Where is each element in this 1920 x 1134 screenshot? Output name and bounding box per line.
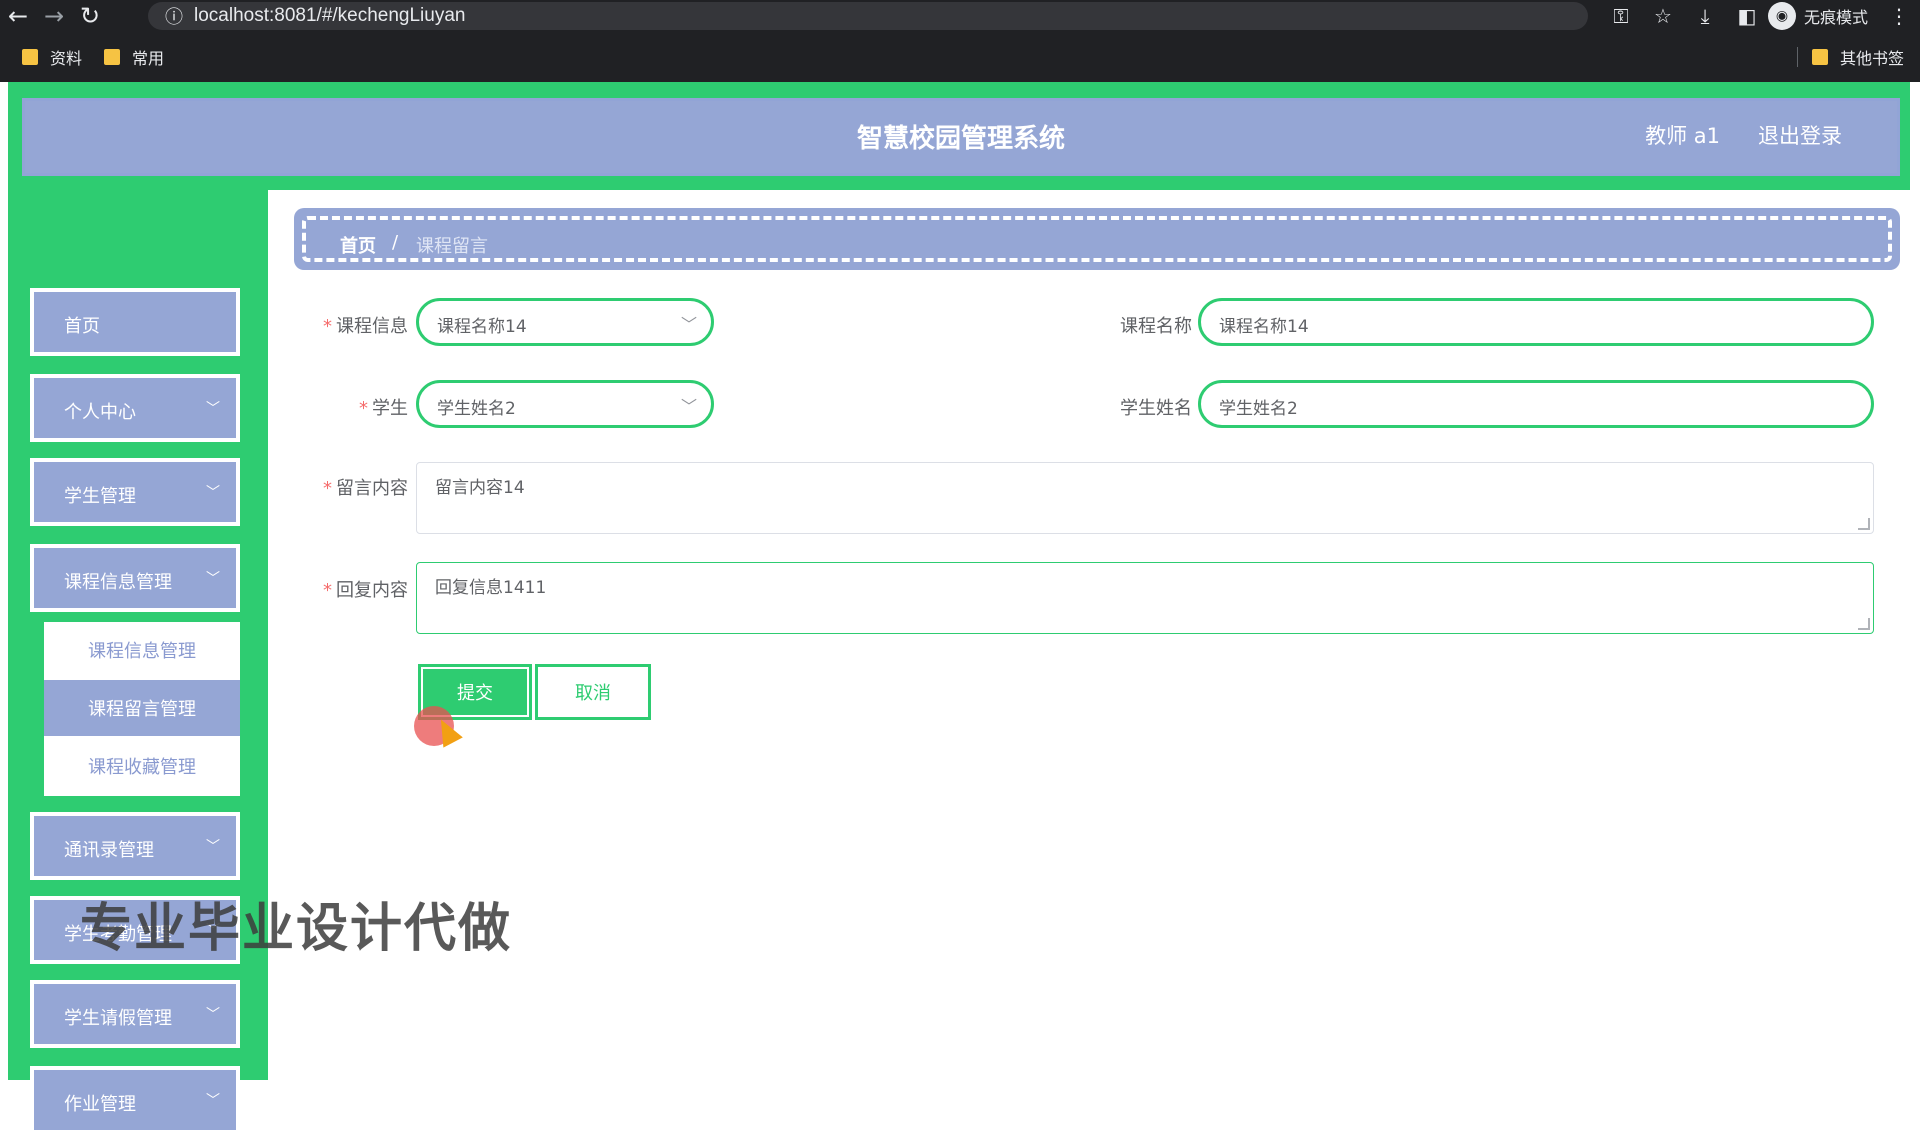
chevron-down-icon: ﹀	[206, 839, 220, 855]
chevron-down-icon: ﹀	[206, 485, 220, 501]
chevron-down-icon: ﹀	[206, 571, 220, 587]
address-bar[interactable]: ⓘ localhost:8081/#/kechengLiuyan	[148, 2, 1588, 30]
message-label: * 留言内容	[323, 478, 408, 499]
course-name-input[interactable]: 课程名称14	[1198, 298, 1874, 346]
toolbar-right: ⚿ ☆ ⤓ ◧ ◉ 无痕模式 ⋮	[1600, 0, 1920, 32]
sidebar-item-contacts[interactable]: 通讯录管理 ﹀	[30, 812, 240, 880]
reply-label: * 回复内容	[323, 580, 408, 601]
site-title: 智慧校园管理系统	[856, 124, 1065, 154]
courses-submenu: 课程信息管理 课程留言管理 课程收藏管理	[44, 622, 240, 796]
submenu-item-course-favorites[interactable]: 课程收藏管理	[44, 738, 240, 794]
browser-chrome: ← → ↻ ⓘ localhost:8081/#/kechengLiuyan ⚿…	[0, 0, 1920, 82]
forward-icon[interactable]: →	[36, 0, 72, 32]
reload-icon[interactable]: ↻	[72, 0, 108, 32]
chevron-down-icon: ﹀	[206, 1007, 220, 1023]
cancel-button[interactable]: 取消	[535, 664, 651, 720]
incognito-label: 无痕模式	[1803, 8, 1868, 27]
chevron-down-icon: ﹀	[680, 315, 697, 334]
message-textarea[interactable]: 留言内容14	[416, 462, 1874, 534]
sidebar-item-students[interactable]: 学生管理 ﹀	[30, 458, 240, 526]
sidebar-item-home[interactable]: 首页	[30, 288, 240, 356]
sidebar-item-homework[interactable]: 作业管理 ﹀	[30, 1066, 240, 1134]
message-value: 留言内容14	[435, 478, 525, 498]
submenu-item-course-messages[interactable]: 课程留言管理	[44, 680, 240, 736]
course-name-value: 课程名称14	[1219, 317, 1309, 337]
breadcrumb-separator: /	[392, 232, 399, 253]
student-name-input[interactable]: 学生姓名2	[1198, 380, 1874, 428]
student-value: 学生姓名2	[437, 399, 516, 419]
watermark: 专业毕业设计代做	[80, 899, 513, 959]
resize-handle-icon[interactable]	[1858, 618, 1870, 630]
other-bookmarks[interactable]: 其他书签	[1796, 42, 1904, 72]
site-info-icon[interactable]: ⓘ	[162, 3, 186, 29]
divider	[1796, 47, 1798, 67]
back-icon[interactable]: ←	[0, 0, 36, 32]
breadcrumb-current: 课程留言	[416, 236, 488, 257]
student-select[interactable]: 学生姓名2 ﹀	[416, 380, 714, 428]
course-name-label: 课程名称	[1120, 316, 1192, 337]
app-header: 智慧校园管理系统 教师 a1 退出登录	[8, 82, 1910, 190]
course-info-select[interactable]: 课程名称14 ﹀	[416, 298, 714, 346]
student-name-label: 学生姓名	[1120, 398, 1192, 419]
url-text: localhost:8081/#/kechengLiuyan	[194, 5, 466, 26]
resize-handle-icon[interactable]	[1858, 518, 1870, 530]
student-name-value: 学生姓名2	[1219, 399, 1298, 419]
logout-link[interactable]: 退出登录	[1758, 120, 1842, 150]
breadcrumb: 首页 / 课程留言	[294, 208, 1900, 270]
star-icon[interactable]: ☆	[1642, 0, 1684, 32]
chevron-down-icon: ﹀	[680, 397, 697, 416]
folder-icon	[22, 49, 38, 65]
header-bar: 智慧校园管理系统 教师 a1 退出登录	[18, 94, 1904, 180]
breadcrumb-border: 首页 / 课程留言	[302, 216, 1892, 262]
bookmark-folder[interactable]: 常用	[104, 45, 164, 69]
sidebar-item-profile[interactable]: 个人中心 ﹀	[30, 374, 240, 442]
bookmarks-bar: 资料 常用 其他书签	[0, 42, 1920, 72]
student-label: * 学生	[359, 398, 408, 419]
sidebar-item-courses[interactable]: 课程信息管理 ﹀	[30, 544, 240, 612]
app-frame: 智慧校园管理系统 教师 a1 退出登录 首页 个人中心 ﹀ 学生管理 ﹀ 课程信…	[8, 82, 1910, 1134]
course-info-label: * 课程信息	[323, 316, 408, 337]
incognito-indicator[interactable]: ◉ 无痕模式	[1767, 2, 1868, 30]
folder-icon	[1811, 49, 1828, 65]
current-user: 教师 a1	[1645, 124, 1720, 148]
folder-icon	[104, 49, 121, 65]
bookmark-folder[interactable]: 资料	[22, 45, 82, 69]
incognito-icon: ◉	[1767, 2, 1796, 30]
chevron-down-icon: ﹀	[206, 401, 220, 417]
breadcrumb-home[interactable]: 首页	[340, 232, 376, 258]
download-icon[interactable]: ⤓	[1684, 0, 1726, 32]
chevron-down-icon: ﹀	[206, 1093, 220, 1109]
reply-textarea[interactable]: 回复信息1411	[416, 562, 1874, 634]
course-info-value: 课程名称14	[437, 317, 527, 337]
reply-value: 回复信息1411	[435, 578, 547, 598]
more-menu-icon[interactable]: ⋮	[1878, 0, 1920, 32]
key-icon[interactable]: ⚿	[1600, 0, 1642, 32]
submenu-item-course-info[interactable]: 课程信息管理	[44, 622, 240, 678]
side-panel-icon[interactable]: ◧	[1726, 0, 1768, 32]
sidebar-item-leave[interactable]: 学生请假管理 ﹀	[30, 980, 240, 1048]
